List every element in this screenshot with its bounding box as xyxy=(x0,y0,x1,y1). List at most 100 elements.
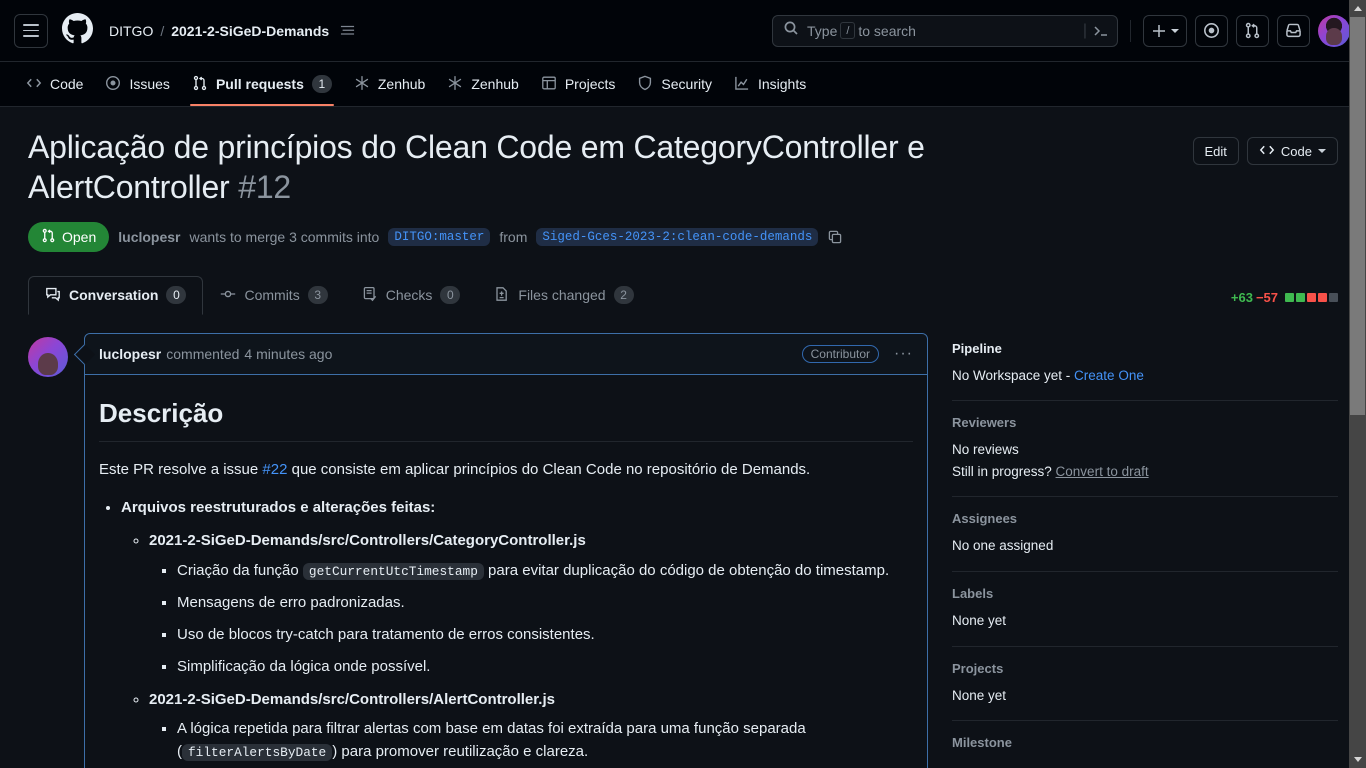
search-input[interactable]: Type / to search | xyxy=(772,14,1118,47)
sidebar-title[interactable]: Reviewers xyxy=(952,415,1338,430)
sidebar-title[interactable]: Labels xyxy=(952,586,1338,601)
convert-to-draft-link[interactable]: Convert to draft xyxy=(1056,464,1149,479)
edit-button[interactable]: Edit xyxy=(1192,137,1239,165)
nav-item-zenhub-1[interactable]: Zenhub xyxy=(344,62,435,106)
git-commit-icon xyxy=(220,286,236,305)
change-text-post: para evitar duplicação do código de obte… xyxy=(483,561,890,579)
pr-merge-text-1: wants to merge 3 commits into xyxy=(189,228,380,245)
list-item: 2021-2-SiGeD-Demands/src/Controllers/Ale… xyxy=(149,688,913,768)
global-menu-icon[interactable] xyxy=(14,13,48,48)
comment-action: commented xyxy=(166,345,240,362)
user-avatar[interactable] xyxy=(1318,14,1350,47)
sidebar-draft-row: Still in progress? Convert to draft xyxy=(952,461,1338,483)
file-list: 2021-2-SiGeD-Demands/src/Controllers/Cat… xyxy=(149,529,913,768)
pr-title-text: Aplicação de princípios do Clean Code em… xyxy=(28,129,925,206)
description-intro: Este PR resolve a issue #22 que consiste… xyxy=(99,458,913,481)
sidebar-text: No Workspace yet - xyxy=(952,367,1075,383)
pr-tabs: Conversation 0 Commits 3 Checks 0 Files … xyxy=(28,275,1338,315)
breadcrumb-repo[interactable]: 2021-2-SiGeD-Demands xyxy=(171,23,329,39)
pr-body-columns: luclopesr commented 4 minutes ago Contri… xyxy=(28,332,1338,768)
pull-requests-button[interactable] xyxy=(1236,14,1269,47)
scrollbar-down-arrow-icon[interactable] xyxy=(1349,751,1366,768)
pr-merge-text-2: from xyxy=(499,228,528,245)
sidebar-title[interactable]: Projects xyxy=(952,661,1338,676)
code-button[interactable]: Code xyxy=(1246,137,1338,165)
pr-sidebar: Pipeline No Workspace yet - Create One R… xyxy=(952,333,1338,768)
sidebar-value: No Workspace yet - Create One xyxy=(952,365,1338,387)
sidebar-section-milestone: Milestone xyxy=(952,735,1338,768)
nav-item-security[interactable]: Security xyxy=(627,62,722,106)
create-new-button[interactable] xyxy=(1143,14,1187,47)
github-logo-icon[interactable] xyxy=(62,12,93,49)
create-workspace-link[interactable]: Create One xyxy=(1074,368,1144,383)
list-item: Mensagens de erro padronizadas. xyxy=(177,591,913,614)
graph-icon xyxy=(734,75,750,94)
comment-menu-icon[interactable]: ··· xyxy=(894,345,913,363)
issue-link[interactable]: #22 xyxy=(262,461,287,478)
nav-item-pull-requests[interactable]: Pull requests 1 xyxy=(182,62,342,106)
sidebar-title[interactable]: Assignees xyxy=(952,511,1338,526)
file-changes-list: A lógica repetida para filtrar alertas c… xyxy=(177,717,913,768)
sidebar-title[interactable]: Milestone xyxy=(952,735,1338,750)
scrollbar-up-arrow-icon[interactable] xyxy=(1349,0,1366,17)
list-item: Criação da função getCurrentUtcTimestamp… xyxy=(177,559,913,582)
pr-author-link[interactable]: luclopesr xyxy=(118,229,180,245)
nav-item-projects[interactable]: Projects xyxy=(531,62,626,106)
nav-item-label: Insights xyxy=(757,76,807,92)
sidebar-value: No one assigned xyxy=(952,538,1054,554)
search-icon xyxy=(783,20,799,41)
pr-conversation-column: luclopesr commented 4 minutes ago Contri… xyxy=(28,332,928,768)
author-association-badge[interactable]: Contributor xyxy=(801,344,880,363)
nav-item-insights[interactable]: Insights xyxy=(724,62,816,106)
pr-title-actions: Edit Code xyxy=(1192,127,1338,165)
copy-icon[interactable] xyxy=(827,229,843,245)
diff-additions: +63 xyxy=(1230,289,1253,305)
description-list: Arquivos reestruturados e alterações fei… xyxy=(121,496,913,768)
breadcrumb-owner[interactable]: DITGO xyxy=(109,23,153,39)
tab-conversation[interactable]: Conversation 0 xyxy=(28,275,204,315)
command-palette-icon[interactable]: | xyxy=(1083,22,1109,40)
diff-stat[interactable]: +63 −57 xyxy=(1231,290,1338,315)
header-divider xyxy=(1130,19,1131,42)
sidebar-title[interactable]: Pipeline xyxy=(952,341,1338,356)
sidebar-section-labels: Labels None yet xyxy=(952,586,1338,647)
breadcrumb: DITGO / 2021-2-SiGeD-Demands xyxy=(109,23,355,39)
file-path: 2021-2-SiGeD-Demands/src/Controllers/Ale… xyxy=(149,690,555,708)
change-text: Mensagens de erro padronizadas. xyxy=(177,593,405,611)
nav-item-label: Code xyxy=(50,76,84,92)
pr-description-comment: luclopesr commented 4 minutes ago Contri… xyxy=(28,332,928,768)
code-icon xyxy=(1259,142,1275,161)
inline-code: filterAlertsByDate xyxy=(182,744,333,762)
comment-author[interactable]: luclopesr xyxy=(99,346,161,362)
sidebar-value: None yet xyxy=(952,687,1007,703)
head-branch-chip[interactable]: Siged-Gces-2023-2:clean-code-demands xyxy=(536,227,819,246)
tab-label: Conversation xyxy=(69,287,159,304)
scrollbar-thumb[interactable] xyxy=(1350,17,1365,415)
global-header: DITGO / 2021-2-SiGeD-Demands Type / to s… xyxy=(0,0,1366,62)
notifications-inbox-button[interactable] xyxy=(1277,14,1310,47)
tab-label: Commits xyxy=(244,287,300,304)
code-icon xyxy=(26,75,42,94)
nav-item-code[interactable]: Code xyxy=(16,62,93,106)
comment-body: Descrição Este PR resolve a issue #22 qu… xyxy=(85,375,927,768)
tab-checks[interactable]: Checks 0 xyxy=(345,276,478,315)
avatar[interactable] xyxy=(28,336,68,377)
description-heading: Descrição xyxy=(99,393,913,442)
nav-item-zenhub-2[interactable]: Zenhub xyxy=(437,62,528,106)
nav-item-issues[interactable]: Issues xyxy=(95,62,179,106)
change-text-pre: Criação da função xyxy=(177,561,303,579)
nav-item-label: Zenhub xyxy=(471,76,519,92)
change-text: Uso de blocos try-catch para tratamento … xyxy=(177,626,595,644)
pull-requests-count: 1 xyxy=(311,75,332,93)
tab-commits[interactable]: Commits 3 xyxy=(203,276,344,315)
base-branch-chip[interactable]: DITGO:master xyxy=(388,227,491,246)
pr-number: #12 xyxy=(238,169,292,206)
intro-post: que consiste em aplicar princípios do Cl… xyxy=(287,460,811,478)
tab-files-changed[interactable]: Files changed 2 xyxy=(477,276,650,315)
search-placeholder: Type / to search xyxy=(807,22,916,39)
issues-button[interactable] xyxy=(1195,14,1228,47)
nav-item-label: Projects xyxy=(564,76,616,92)
comment-timestamp[interactable]: 4 minutes ago xyxy=(244,346,332,362)
change-text-post: ) para promover reutilização e clareza. xyxy=(332,743,589,761)
page-scrollbar[interactable] xyxy=(1349,0,1366,768)
